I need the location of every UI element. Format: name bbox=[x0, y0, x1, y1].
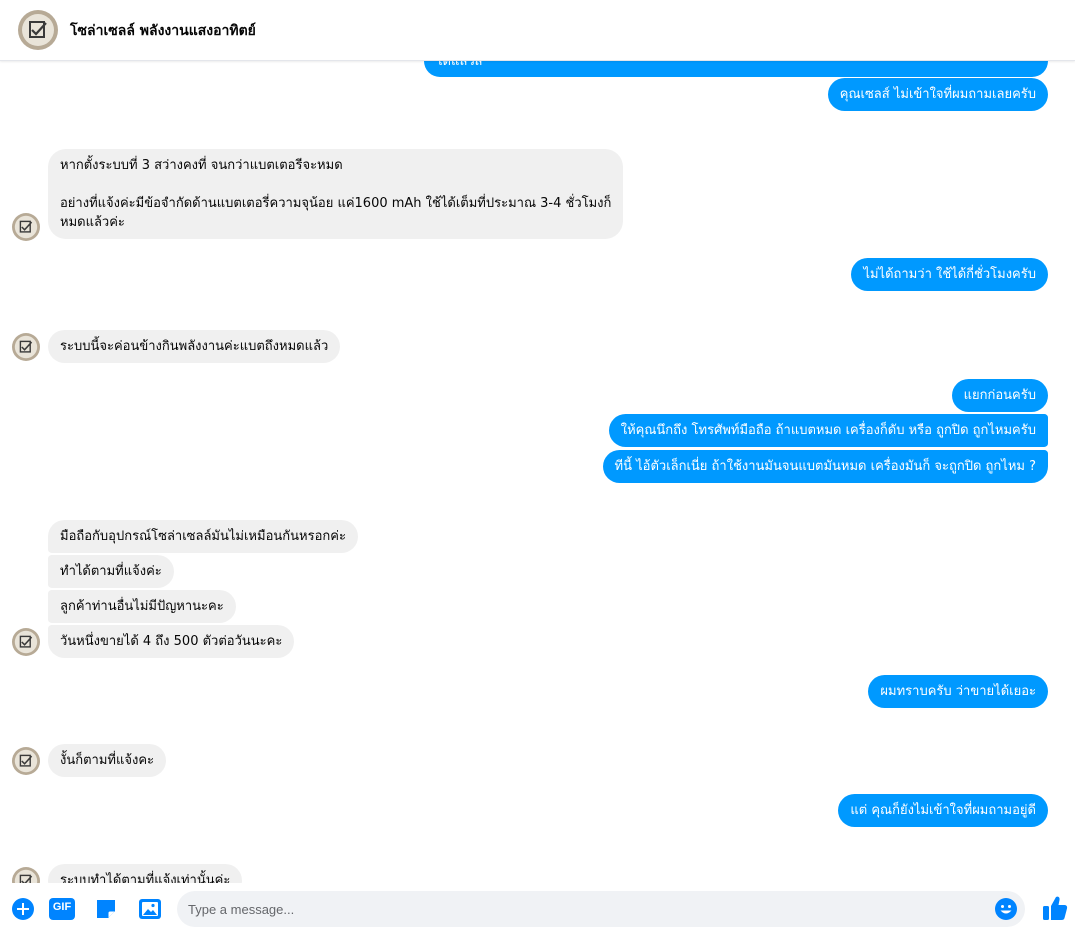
outgoing-message[interactable]: คุณเซลส์ ไม่เข้าใจที่ผมถามเลยครับ bbox=[827, 78, 1048, 111]
incoming-message[interactable]: วันหนึ่งขายได้ 4 ถึง 500 ตัวต่อวันนะคะ bbox=[48, 625, 295, 658]
message-list[interactable]: ได้แล้วส คุณเซลส์ ไม่เข้าใจที่ผมถามเลยคร… bbox=[0, 61, 1075, 883]
outgoing-message[interactable]: แต่ คุณก็ยังไม่เข้าใจที่ผมถามอยู่ดี bbox=[838, 794, 1048, 827]
message-text: ผมทราบครับ ว่าขายได้เยอะ bbox=[880, 684, 1036, 699]
thumbs-up-icon[interactable] bbox=[1041, 894, 1069, 922]
incoming-message[interactable]: งั้นก็ตามที่แจ้งคะ bbox=[48, 744, 167, 777]
message-text: ได้แล้วส bbox=[436, 61, 483, 69]
message-input-wrapper bbox=[177, 891, 1025, 927]
sender-avatar[interactable] bbox=[12, 213, 40, 241]
message-text: วันหนึ่งขายได้ 4 ถึง 500 ตัวต่อวันนะคะ bbox=[60, 634, 283, 649]
message-text: คุณเซลส์ ไม่เข้าใจที่ผมถามเลยครับ bbox=[839, 87, 1036, 102]
outgoing-message[interactable]: ได้แล้วส bbox=[424, 61, 1048, 77]
message-text: ไม่ได้ถามว่า ใช้ได้กี่ชั่วโมงครับ bbox=[863, 267, 1036, 282]
outgoing-message[interactable]: ผมทราบครับ ว่าขายได้เยอะ bbox=[868, 675, 1048, 708]
message-text: ลูกค้าท่านอื่นไม่มีปัญหานะคะ bbox=[60, 599, 224, 614]
outgoing-message[interactable]: ไม่ได้ถามว่า ใช้ได้กี่ชั่วโมงครับ bbox=[851, 258, 1048, 291]
incoming-message[interactable]: ลูกค้าท่านอื่นไม่มีปัญหานะคะ bbox=[48, 590, 236, 623]
emoji-icon[interactable] bbox=[994, 897, 1018, 921]
message-text: แยกก่อนครับ bbox=[963, 388, 1036, 403]
incoming-message[interactable]: ทำได้ตามที่แจ้งค่ะ bbox=[48, 555, 174, 588]
message-text: อย่างที่แจ้งค่ะมีข้อจำกัดด้านแบตเตอรี่คว… bbox=[60, 196, 612, 211]
sender-avatar[interactable] bbox=[12, 747, 40, 775]
incoming-message[interactable]: หากตั้งระบบที่ 3 สว่างคงที่ จนกว่าแบตเตอ… bbox=[48, 149, 624, 239]
page-avatar[interactable] bbox=[18, 10, 58, 50]
message-text: ระบบทำได้ตามที่แจ้งเท่านั้นค่ะ bbox=[60, 873, 231, 883]
message-text: ทำได้ตามที่แจ้งค่ะ bbox=[60, 564, 162, 579]
message-text: แต่ คุณก็ยังไม่เข้าใจที่ผมถามอยู่ดี bbox=[850, 803, 1036, 818]
outgoing-message[interactable]: ทีนี้ ไอ้ตัวเล็กเนี่ย ถ้าใช้งานมันจนแบตม… bbox=[602, 450, 1048, 483]
message-text: หมดแล้วค่ะ bbox=[60, 215, 125, 230]
message-text: ให้คุณนึกถึง โทรศัพท์มือถือ ถ้าแบตหมด เค… bbox=[620, 423, 1036, 438]
gif-label: GIF bbox=[52, 901, 72, 913]
conversation-header: โซล่าเซลล์ พลังงานแสงอาทิตย์ bbox=[0, 0, 1075, 61]
plus-circle-icon[interactable] bbox=[11, 897, 35, 921]
outgoing-message[interactable]: แยกก่อนครับ bbox=[951, 379, 1048, 412]
incoming-message[interactable]: ระบบนี้จะค่อนข้างกินพลังงานค่ะแบตถึงหมดแ… bbox=[48, 330, 341, 363]
sender-avatar[interactable] bbox=[12, 628, 40, 656]
message-input[interactable] bbox=[188, 891, 988, 927]
sticker-icon[interactable] bbox=[94, 897, 118, 921]
incoming-message[interactable]: มือถือกับอุปกรณ์โซล่าเซลล์มันไม่เหมือนกั… bbox=[48, 520, 358, 553]
sender-avatar[interactable] bbox=[12, 867, 40, 883]
message-text: ทีนี้ ไอ้ตัวเล็กเนี่ย ถ้าใช้งานมันจนแบตม… bbox=[614, 459, 1036, 474]
gif-icon[interactable]: GIF bbox=[49, 898, 75, 920]
message-composer: GIF bbox=[0, 883, 1075, 931]
image-icon[interactable] bbox=[138, 897, 162, 921]
message-text: หากตั้งระบบที่ 3 สว่างคงที่ จนกว่าแบตเตอ… bbox=[60, 158, 343, 173]
page-title[interactable]: โซล่าเซลล์ พลังงานแสงอาทิตย์ bbox=[70, 20, 256, 42]
sender-avatar[interactable] bbox=[12, 333, 40, 361]
message-text: ระบบนี้จะค่อนข้างกินพลังงานค่ะแบตถึงหมดแ… bbox=[60, 339, 329, 354]
message-text: มือถือกับอุปกรณ์โซล่าเซลล์มันไม่เหมือนกั… bbox=[60, 529, 346, 544]
incoming-message[interactable]: ระบบทำได้ตามที่แจ้งเท่านั้นค่ะ bbox=[48, 864, 243, 883]
outgoing-message[interactable]: ให้คุณนึกถึง โทรศัพท์มือถือ ถ้าแบตหมด เค… bbox=[608, 414, 1048, 447]
message-text: งั้นก็ตามที่แจ้งคะ bbox=[60, 753, 155, 768]
